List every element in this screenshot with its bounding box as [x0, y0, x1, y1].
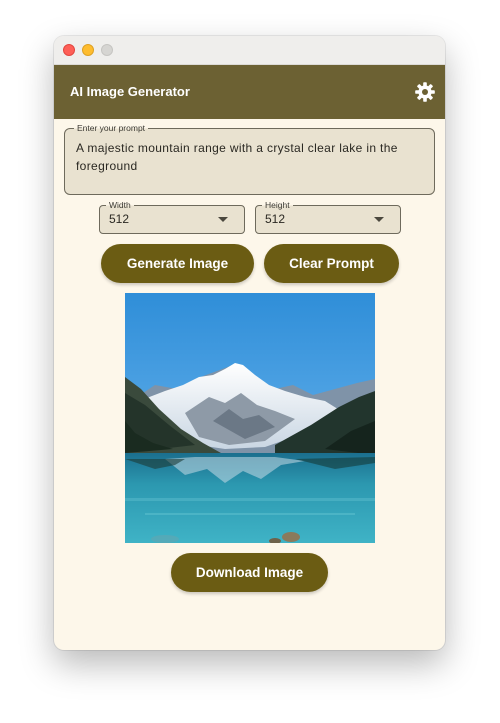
gear-icon — [415, 82, 435, 102]
mountain-lake-image — [125, 293, 375, 543]
width-value: 512 — [109, 212, 130, 226]
window-titlebar[interactable] — [54, 36, 445, 65]
generate-image-button[interactable]: Generate Image — [101, 244, 254, 283]
dropdown-arrow-icon — [374, 217, 384, 222]
generated-image — [125, 293, 375, 543]
height-label: Height — [262, 200, 293, 211]
prompt-label: Enter your prompt — [74, 123, 149, 134]
download-image-button[interactable]: Download Image — [171, 553, 328, 592]
prompt-input[interactable]: Enter your prompt A majestic mountain ra… — [64, 123, 435, 195]
minimize-window-button[interactable] — [82, 44, 94, 56]
dropdown-arrow-icon — [218, 217, 228, 222]
maximize-window-button[interactable] — [101, 44, 113, 56]
app-bar: AI Image Generator — [54, 65, 445, 119]
height-select[interactable]: Height 512 — [255, 200, 401, 234]
height-value: 512 — [265, 212, 286, 226]
settings-button[interactable] — [413, 80, 437, 104]
app-title: AI Image Generator — [70, 84, 190, 99]
close-window-button[interactable] — [63, 44, 75, 56]
width-label: Width — [106, 200, 134, 211]
app-window: AI Image Generator Enter your prompt A m… — [54, 36, 445, 650]
width-select[interactable]: Width 512 — [99, 200, 245, 234]
prompt-text[interactable]: A majestic mountain range with a crystal… — [76, 139, 424, 175]
clear-prompt-button[interactable]: Clear Prompt — [264, 244, 399, 283]
